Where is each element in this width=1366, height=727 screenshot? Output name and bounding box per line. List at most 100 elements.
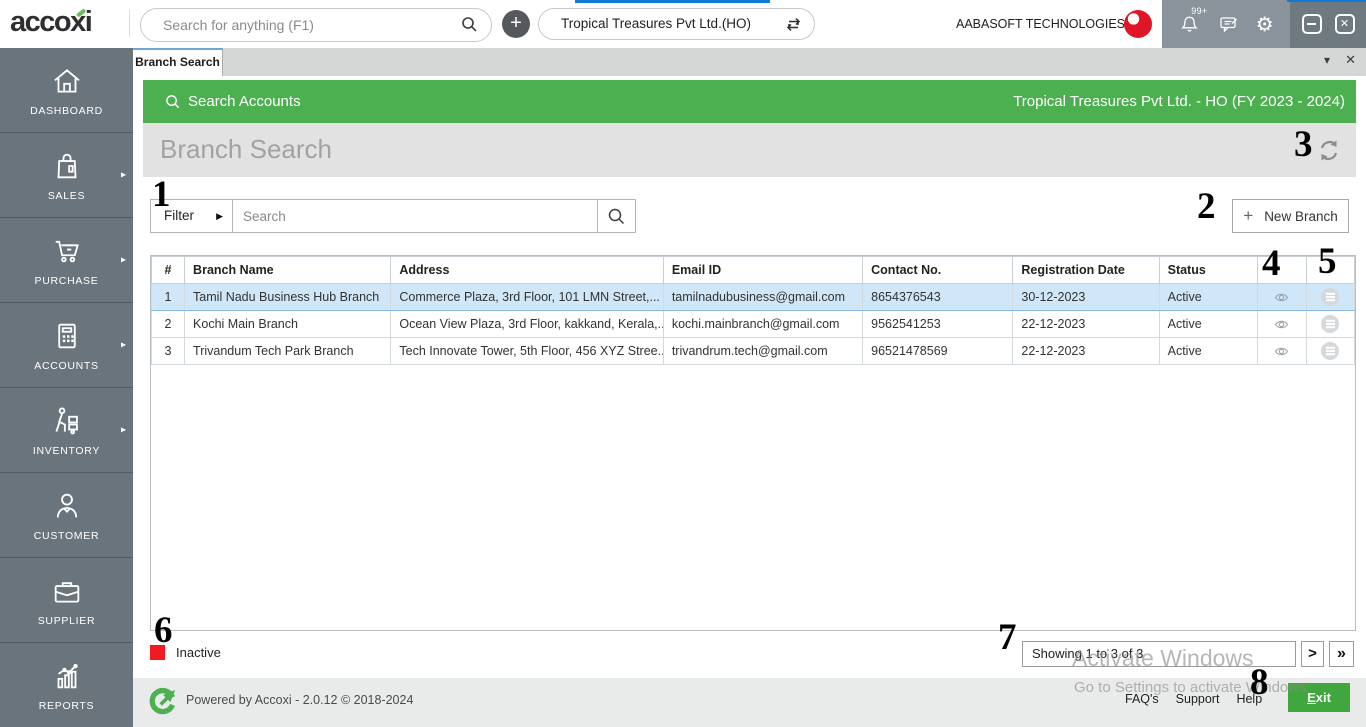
tab-bar: Branch Search ▾ ✕: [133, 48, 1366, 76]
support-link[interactable]: Support: [1176, 692, 1220, 706]
view-icon[interactable]: [1273, 318, 1290, 331]
email-cell: tamilnadubusiness@gmail.com: [662, 283, 864, 311]
sidebar-item-customer[interactable]: CUSTOMER: [0, 473, 133, 558]
sidebar-item-label: SALES: [47, 189, 86, 202]
global-search[interactable]: [140, 8, 492, 42]
branch-name-cell: Trivandum Tech Park Branch: [184, 337, 392, 365]
branch-table-container: # Branch Name Address Email ID Contact N…: [150, 255, 1356, 631]
global-search-input[interactable]: [141, 9, 491, 41]
help-link[interactable]: Help: [1236, 692, 1262, 706]
sidebar-item-label: ACCOUNTS: [34, 359, 99, 372]
search-icon[interactable]: [461, 16, 478, 33]
date-cell: 22-12-2023: [1012, 337, 1160, 365]
top-accent-strip: [575, 0, 770, 3]
filter-arrow-icon: ▶: [216, 211, 223, 221]
branch-name-cell: Tamil Nadu Business Hub Branch: [184, 283, 392, 311]
row-menu-icon[interactable]: [1321, 315, 1340, 333]
logo-x: x: [70, 6, 86, 38]
exit-button[interactable]: Exit: [1288, 683, 1350, 712]
col-contact: Contact No.: [862, 256, 1014, 284]
branch-search-input[interactable]: [233, 200, 597, 232]
sidebar-item-label: PURCHASE: [34, 274, 99, 287]
notification-badge: 99+: [1191, 5, 1208, 16]
notifications-button[interactable]: 99+: [1178, 6, 1207, 36]
account-menu[interactable]: AABASOFT TECHNOLOGIES ▸: [956, 0, 1136, 48]
search-icon: [608, 208, 625, 224]
shopping-bag-icon: [57, 153, 76, 178]
module-header-label: Search Accounts: [188, 93, 301, 110]
logo-text-left: acco: [10, 6, 72, 38]
sidebar-item-sales[interactable]: SALES ▸: [0, 133, 133, 218]
top-accent-strip-right: [1287, 0, 1366, 2]
settings-gear-icon[interactable]: ⚙: [1256, 14, 1274, 34]
close-icon: ✕: [1339, 17, 1350, 30]
accoxi-footer-logo-icon: [148, 687, 177, 716]
window-controls: ✕: [1290, 0, 1366, 48]
sidebar-item-label: CUSTOMER: [33, 529, 100, 542]
status-legend: Inactive: [150, 645, 221, 660]
accoxi-logo: accoxi: [10, 6, 93, 39]
contact-cell: 8654376543: [862, 283, 1014, 311]
submenu-arrow-icon: ▸: [120, 339, 126, 351]
sidebar-item-accounts[interactable]: ACCOUNTS ▸: [0, 303, 133, 388]
sidebar-item-inventory[interactable]: INVENTORY ▸: [0, 388, 133, 473]
last-page-button[interactable]: »: [1329, 641, 1354, 667]
tab-list-caret-icon[interactable]: ▾: [1324, 53, 1330, 67]
sidebar-item-dashboard[interactable]: DASHBOARD: [0, 48, 133, 133]
table-header-row: # Branch Name Address Email ID Contact N…: [150, 256, 1356, 284]
tab-branch-search[interactable]: Branch Search: [133, 48, 223, 76]
row-menu-icon[interactable]: [1321, 342, 1340, 360]
switch-company-icon[interactable]: [784, 15, 803, 34]
status-cell: Active: [1158, 283, 1258, 311]
sidebar-item-label: INVENTORY: [32, 444, 101, 457]
tab-close-icon[interactable]: ✕: [1345, 52, 1356, 68]
row-index: 3: [150, 337, 186, 365]
row-index: 2: [150, 310, 186, 338]
table-row[interactable]: 2 Kochi Main Branch Ocean View Plaza, 3r…: [150, 310, 1356, 338]
status-cell: Active: [1158, 310, 1258, 338]
row-menu-icon[interactable]: [1321, 288, 1340, 306]
search-submit-button[interactable]: [597, 200, 635, 232]
view-icon[interactable]: [1273, 345, 1290, 358]
table-row[interactable]: 1 Tamil Nadu Business Hub Branch Commerc…: [150, 283, 1356, 311]
inactive-legend-label: Inactive: [176, 645, 221, 660]
filter-dropdown[interactable]: Filter ▶: [151, 200, 233, 232]
close-button[interactable]: ✕: [1334, 14, 1355, 34]
sidebar-item-label: SUPPLIER: [37, 614, 96, 627]
shopping-cart-icon: [55, 240, 79, 262]
module-header-bar: Search Accounts Tropical Treasures Pvt L…: [143, 80, 1356, 123]
date-cell: 22-12-2023: [1012, 310, 1160, 338]
filter-label: Filter: [164, 208, 194, 223]
plus-icon: +: [1243, 206, 1254, 225]
col-status: Status: [1158, 256, 1258, 284]
topbar-icon-tray: 99+ ⚙: [1162, 0, 1290, 48]
organization-avatar[interactable]: [1124, 10, 1152, 38]
minimize-icon: [1307, 23, 1316, 25]
sidebar-item-label: DASHBOARD: [30, 104, 103, 117]
next-page-button[interactable]: >: [1301, 641, 1324, 667]
view-icon[interactable]: [1273, 291, 1290, 304]
faq-link[interactable]: FAQ's: [1125, 692, 1159, 706]
sidebar-item-purchase[interactable]: PURCHASE ▸: [0, 218, 133, 303]
company-fy-label: Tropical Treasures Pvt Ltd. - HO (FY 202…: [1013, 93, 1345, 110]
new-branch-button[interactable]: + New Branch: [1232, 199, 1349, 233]
company-selector[interactable]: Tropical Treasures Pvt Ltd.(HO): [538, 8, 815, 40]
email-cell: kochi.mainbranch@gmail.com: [662, 310, 864, 338]
address-cell: Tech Innovate Tower, 5th Floor, 456 XYZ …: [390, 337, 664, 365]
minimize-button[interactable]: [1301, 14, 1322, 34]
date-cell: 30-12-2023: [1012, 283, 1160, 311]
col-email: Email ID: [662, 256, 864, 284]
customer-person-icon: [56, 493, 77, 517]
submenu-arrow-icon: ▸: [120, 424, 126, 436]
col-address: Address: [390, 256, 664, 284]
add-new-button[interactable]: +: [502, 10, 530, 38]
refresh-icon[interactable]: [1316, 137, 1342, 164]
footer-links: FAQ's Support Help: [1125, 692, 1262, 706]
sidebar-item-supplier[interactable]: SUPPLIER: [0, 558, 133, 643]
sidebar-item-reports[interactable]: REPORTS: [0, 643, 133, 727]
page-title: Branch Search: [160, 134, 332, 164]
table-row[interactable]: 3 Trivandum Tech Park Branch Tech Innova…: [150, 337, 1356, 365]
footer: Powered by Accoxi - 2.0.12 © 2018-2024 F…: [133, 678, 1366, 727]
address-cell: Ocean View Plaza, 3rd Floor, kakkand, Ke…: [390, 310, 664, 338]
feedback-button[interactable]: [1218, 13, 1240, 35]
